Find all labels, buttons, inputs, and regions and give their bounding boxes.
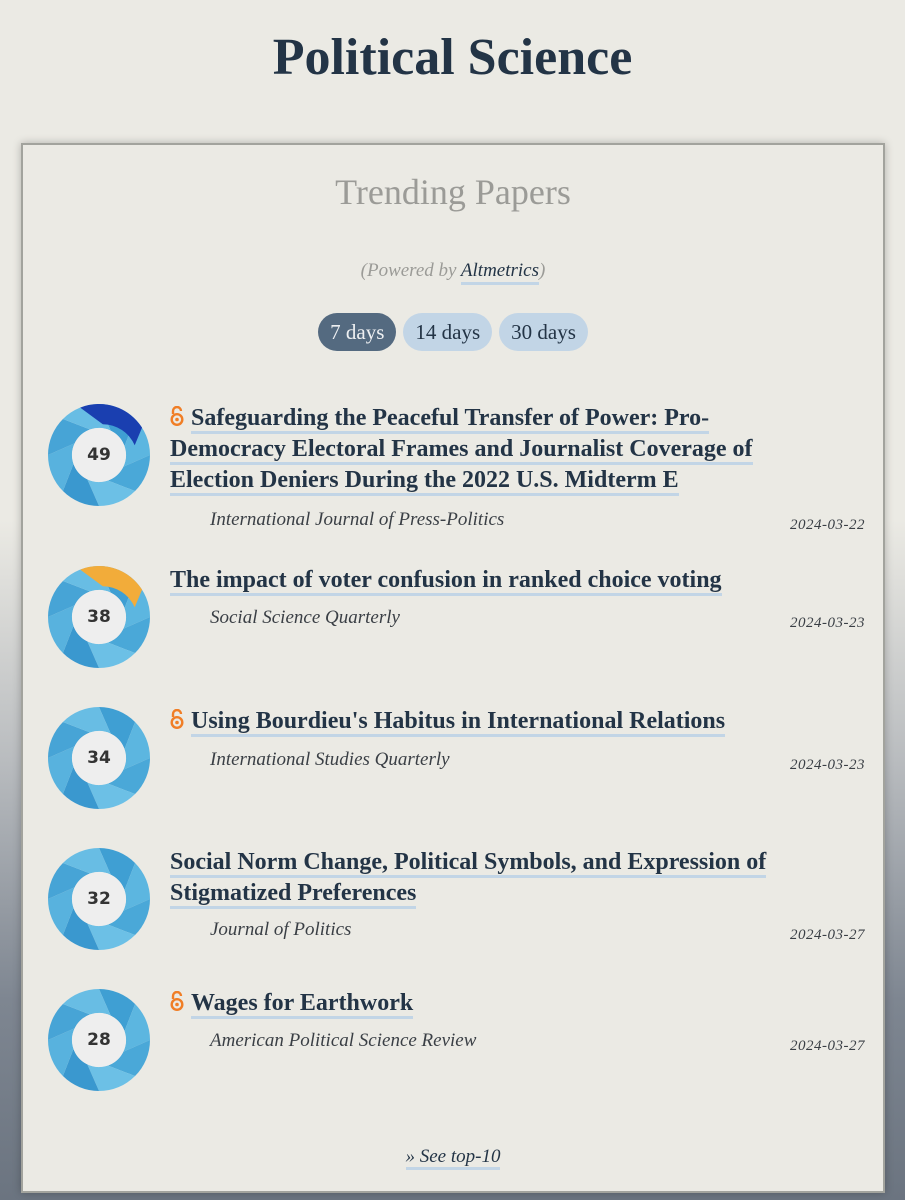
paper-title: Using Bourdieu's Habitus in Internationa… (170, 706, 820, 737)
altmetric-badge[interactable]: 32 (47, 847, 151, 951)
panel-title: Trending Papers (335, 172, 571, 212)
paper-date: 2024-03-27 (790, 1038, 865, 1054)
tab-14-days[interactable]: 14 days (403, 313, 493, 351)
page-title: Political Science (272, 29, 633, 86)
altmetric-score: 38 (87, 607, 111, 627)
paper-item: 28 Wages for Earthwork American Politica… (45, 988, 865, 1098)
altmetric-badge[interactable]: 49 (47, 403, 151, 507)
see-top-10: » See top-10 (23, 1146, 883, 1170)
paper-item: 32 Social Norm Change, Political Symbols… (45, 847, 865, 967)
altmetric-badge[interactable]: 38 (47, 565, 151, 669)
paper-title-link[interactable]: Social Norm Change, Political Symbols, a… (170, 849, 767, 909)
paper-date: 2024-03-23 (790, 757, 865, 773)
journal-name: International Studies Quarterly (210, 749, 450, 770)
altmetrics-link[interactable]: Altmetrics (460, 260, 540, 285)
paper-title: Wages for Earthwork (170, 988, 820, 1019)
paper-title: The impact of voter confusion in ranked … (170, 565, 820, 596)
powered-by-prefix: (Powered by (360, 260, 461, 281)
see-top-10-link[interactable]: » See top-10 (405, 1146, 501, 1170)
tab-7-days[interactable]: 7 days (318, 313, 397, 351)
paper-item: 34 Using Bourdieu's Habitus in Internati… (45, 706, 865, 816)
journal-name: Social Science Quarterly (210, 607, 400, 628)
tab-30-days[interactable]: 30 days (499, 313, 588, 351)
paper-title-link[interactable]: Using Bourdieu's Habitus in Internationa… (191, 708, 726, 737)
paper-title: Safeguarding the Peaceful Transfer of Po… (170, 403, 820, 496)
paper-date: 2024-03-27 (790, 927, 865, 943)
paper-title-link[interactable]: Wages for Earthwork (191, 990, 414, 1019)
powered-by: (Powered by Altmetrics) (23, 260, 883, 285)
trending-panel: Trending Papers (Powered by Altmetrics) … (21, 143, 885, 1193)
paper-item: 38 The impact of voter confusion in rank… (45, 565, 865, 675)
paper-item: 49 Safeguarding the Peaceful Transfer of… (45, 403, 865, 533)
open-access-icon (170, 989, 184, 1012)
period-tabs: 7 days 14 days 30 days (23, 313, 883, 351)
journal-name: American Political Science Review (210, 1030, 477, 1051)
paper-date: 2024-03-22 (790, 517, 865, 533)
altmetric-badge[interactable]: 34 (47, 706, 151, 810)
powered-by-suffix: ) (539, 260, 546, 281)
open-access-icon (170, 404, 184, 427)
altmetric-score: 49 (87, 445, 111, 465)
altmetric-score: 28 (87, 1030, 111, 1050)
journal-name: Journal of Politics (210, 919, 352, 940)
paper-title-link[interactable]: The impact of voter confusion in ranked … (170, 567, 722, 596)
paper-title-link[interactable]: Safeguarding the Peaceful Transfer of Po… (170, 405, 753, 496)
altmetric-badge[interactable]: 28 (47, 988, 151, 1092)
altmetric-score: 34 (87, 748, 111, 768)
journal-name: International Journal of Press-Politics (210, 509, 505, 530)
paper-title: Social Norm Change, Political Symbols, a… (170, 847, 820, 909)
open-access-icon (170, 707, 184, 730)
altmetric-score: 32 (87, 889, 111, 909)
paper-date: 2024-03-23 (790, 615, 865, 631)
